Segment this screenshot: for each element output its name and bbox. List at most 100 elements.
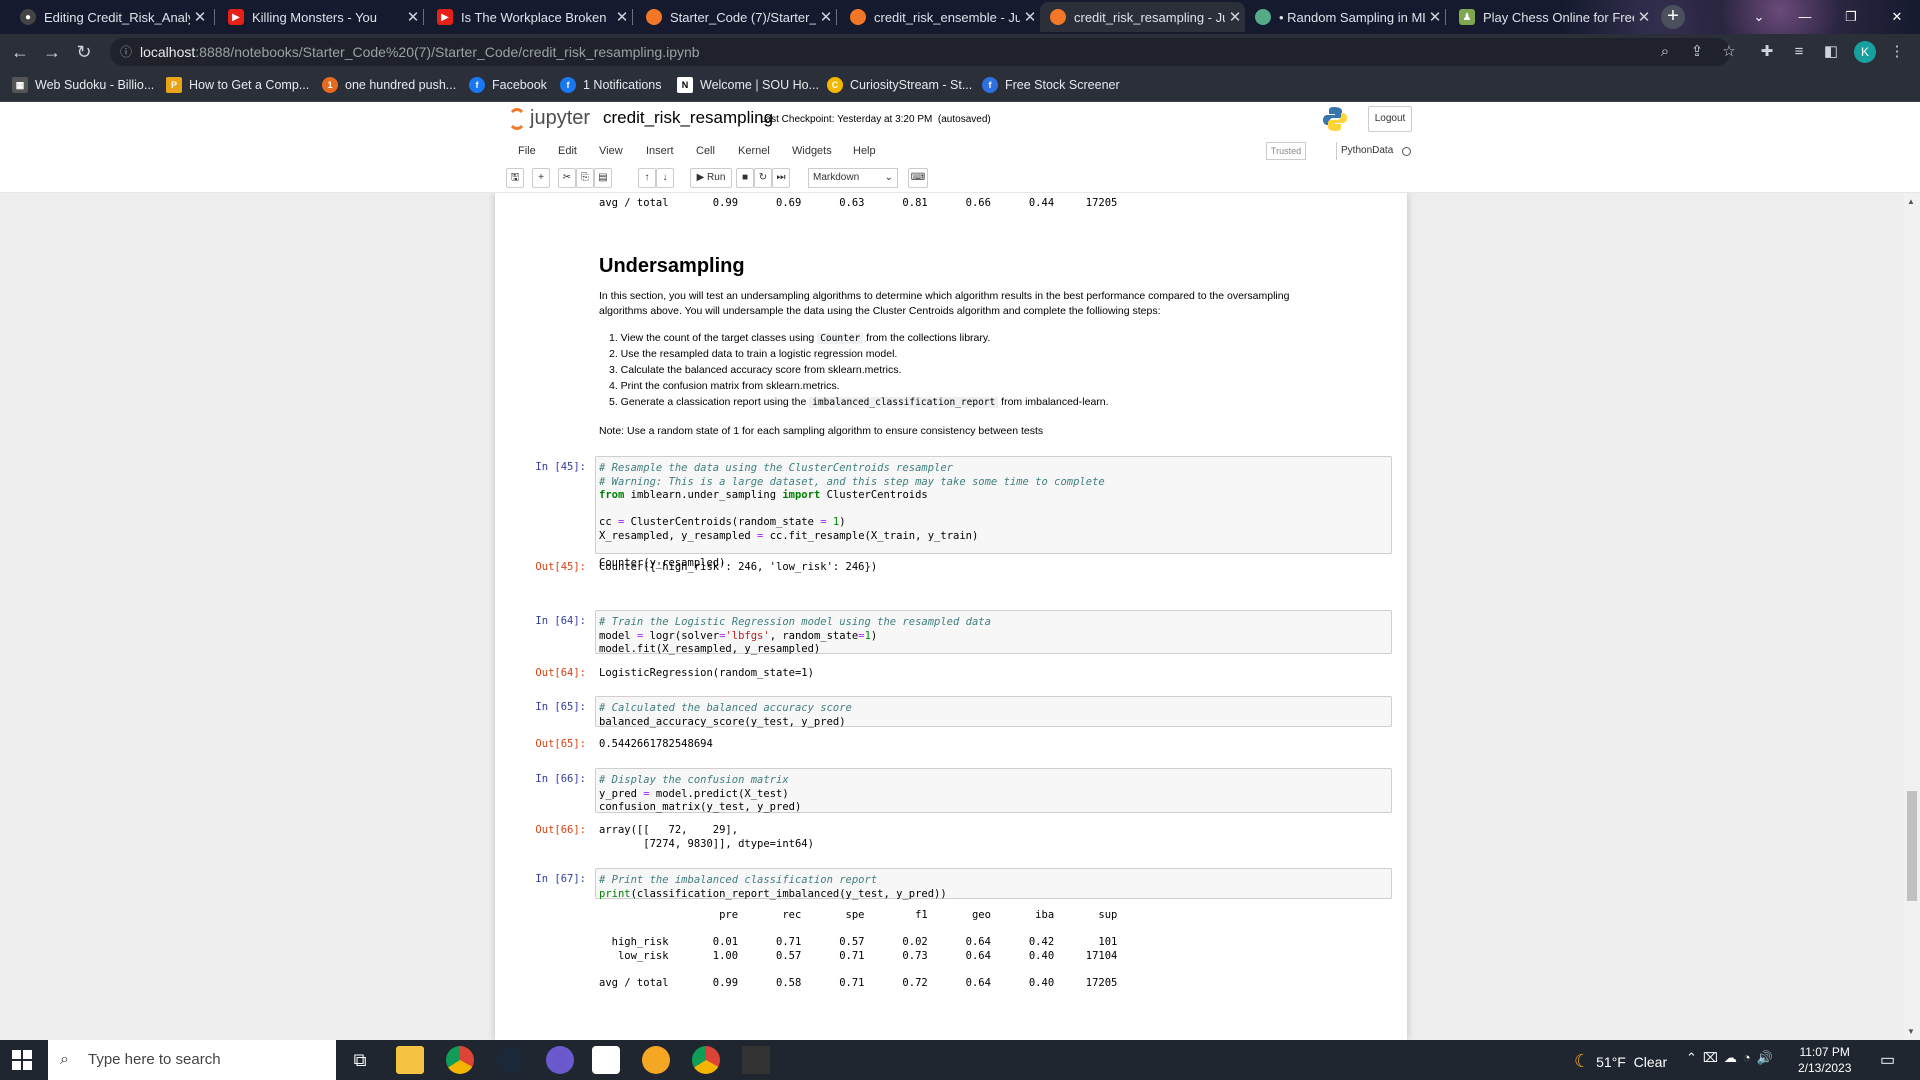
steam-icon[interactable]	[496, 1046, 524, 1074]
close-tab-icon[interactable]: ✕	[816, 8, 836, 26]
app-icon[interactable]	[546, 1046, 574, 1074]
tab-starter-code[interactable]: Starter_Code (7)/Starter_C ✕	[636, 2, 836, 32]
moon-icon: ☾	[1574, 1051, 1591, 1071]
chrome-icon[interactable]	[446, 1046, 474, 1074]
menu-cell[interactable]: Cell	[696, 145, 715, 157]
bookmark-how-to-get[interactable]: P How to Get a Comp...	[166, 77, 309, 93]
weather-widget[interactable]: ☾ 51°F Clear	[1574, 1051, 1667, 1072]
close-tab-icon[interactable]: ✕	[190, 8, 210, 26]
cut-icon[interactable]: ✂	[558, 168, 576, 188]
menu-icon[interactable]: ⋮	[1886, 41, 1908, 63]
code-cell-64[interactable]: # Train the Logistic Regression model us…	[595, 610, 1392, 655]
fast-forward-icon[interactable]: ⏭	[772, 168, 790, 188]
logout-button[interactable]: Logout	[1368, 106, 1412, 132]
run-button[interactable]: ▶ Run	[690, 168, 732, 188]
bookmark-stock-screener[interactable]: f Free Stock Screener	[982, 77, 1120, 93]
bookmark-curiositystream[interactable]: C CuriosityStream - St...	[827, 77, 972, 93]
menu-insert[interactable]: Insert	[646, 145, 674, 157]
share-icon[interactable]: ⇪	[1686, 41, 1708, 63]
zoom-icon[interactable]: ⌕	[1654, 41, 1676, 63]
back-button[interactable]: ←	[8, 41, 32, 63]
menu-file[interactable]: File	[518, 145, 536, 157]
forward-button[interactable]: →	[40, 41, 64, 63]
task-view-icon[interactable]: ⧉	[346, 1046, 374, 1074]
copy-icon[interactable]: ⎘	[576, 168, 594, 188]
emoji-app-icon[interactable]	[642, 1046, 670, 1074]
output-prompt: Out[66]:	[535, 824, 586, 836]
scroll-up-icon[interactable]: ▲	[1907, 197, 1915, 206]
bookmark-icon: P	[166, 77, 182, 93]
page-scrollbar[interactable]: ▲ ▼	[1904, 193, 1920, 1040]
chrome-profile-icon[interactable]	[692, 1046, 720, 1074]
keyboard-icon[interactable]: ⌨	[908, 168, 928, 188]
bookmark-notifications[interactable]: f1 Notifications	[560, 77, 662, 93]
close-window-button[interactable]: ✕	[1874, 0, 1920, 34]
tab-search-icon[interactable]: ⌄	[1736, 0, 1782, 34]
restart-icon[interactable]: ↻	[754, 168, 772, 188]
new-tab-button[interactable]: +	[1661, 5, 1685, 29]
notebook-name[interactable]: credit_risk_resampling	[603, 108, 773, 128]
cell-output: LogisticRegression(random_state=1)	[599, 667, 814, 679]
trusted-badge[interactable]: Trusted	[1266, 142, 1306, 160]
insert-cell-icon[interactable]: +	[532, 168, 550, 188]
menu-edit[interactable]: Edit	[558, 145, 577, 157]
jupyter-logo[interactable]: jupyter	[508, 107, 590, 130]
bookmark-pushups[interactable]: 1 one hundred push...	[322, 77, 456, 93]
tab-killing-monsters[interactable]: ▶ Killing Monsters - You ✕	[218, 2, 423, 32]
menu-view[interactable]: View	[599, 145, 623, 157]
menu-widgets[interactable]: Widgets	[792, 145, 832, 157]
bookmark-web-sudoku[interactable]: ▦ Web Sudoku - Billio...	[12, 77, 154, 93]
bookmark-sou[interactable]: N Welcome | SOU Ho...	[677, 77, 819, 93]
cell-type-select[interactable]: Markdown ⌄	[808, 168, 898, 188]
notifications-icon[interactable]: ▭	[1880, 1050, 1895, 1070]
tab-editing-credit-risk[interactable]: ● Editing Credit_Risk_Analys ✕	[10, 2, 210, 32]
terminal-icon[interactable]	[742, 1046, 770, 1074]
code-cell-67[interactable]: # Print the imbalanced classification re…	[595, 868, 1392, 900]
tab-credit-risk-ensemble[interactable]: credit_risk_ensemble - Jup ✕	[840, 2, 1040, 32]
profile-avatar[interactable]: K	[1854, 41, 1876, 63]
paste-icon[interactable]: ▤	[594, 168, 612, 188]
taskbar-clock[interactable]: 11:07 PM 2/13/2023	[1798, 1044, 1851, 1076]
url-input[interactable]: ⓘ localhost:8888/notebooks/Starter_Code%2…	[110, 38, 1730, 66]
github-icon: ●	[20, 9, 36, 25]
code-text: # Train the Logistic Regression model us…	[599, 616, 991, 655]
code-cell-66[interactable]: # Display the confusion matrix y_pred = …	[595, 768, 1392, 813]
stop-icon[interactable]: ■	[736, 168, 754, 188]
side-panel-icon[interactable]: ◧	[1820, 41, 1842, 63]
system-tray-icons[interactable]: ⌃⌧☁◔🔊	[1686, 1050, 1779, 1066]
scroll-thumb[interactable]	[1907, 791, 1917, 901]
step-2: 2. Use the resampled data to train a log…	[609, 348, 898, 360]
media-icon[interactable]: ≡	[1788, 41, 1810, 63]
code-cell-65[interactable]: # Calculated the balanced accuracy score…	[595, 696, 1392, 728]
reload-button[interactable]: ↻	[72, 41, 96, 63]
close-tab-icon[interactable]: ✕	[1225, 8, 1245, 26]
maximize-button[interactable]: ❐	[1828, 0, 1874, 34]
output-prompt: Out[65]:	[535, 738, 586, 750]
menu-help[interactable]: Help	[853, 145, 876, 157]
minimize-button[interactable]: —	[1782, 0, 1828, 34]
file-explorer-icon[interactable]	[396, 1046, 424, 1074]
menu-kernel[interactable]: Kernel	[738, 145, 770, 157]
bookmark-star-icon[interactable]: ☆	[1718, 41, 1740, 63]
tab-play-chess[interactable]: ♟ Play Chess Online for Free ✕	[1449, 2, 1654, 32]
app-icon[interactable]	[592, 1046, 620, 1074]
input-prompt: In [64]:	[535, 615, 586, 627]
close-tab-icon[interactable]: ✕	[403, 8, 423, 26]
move-up-icon[interactable]: ↑	[638, 168, 656, 188]
bookmark-facebook[interactable]: f Facebook	[469, 77, 547, 93]
close-tab-icon[interactable]: ✕	[1425, 8, 1445, 26]
code-cell-45[interactable]: # Resample the data using the ClusterCen…	[595, 456, 1392, 569]
close-tab-icon[interactable]: ✕	[1020, 8, 1040, 26]
scroll-down-icon[interactable]: ▼	[1907, 1027, 1915, 1036]
tab-credit-risk-resampling[interactable]: credit_risk_resampling - Ju ✕	[1040, 2, 1245, 32]
close-tab-icon[interactable]: ✕	[1634, 8, 1654, 26]
extensions-icon[interactable]: ✚	[1756, 41, 1778, 63]
tab-random-sampling[interactable]: • Random Sampling in ML: ✕	[1245, 2, 1445, 32]
taskbar-search-input[interactable]: ⌕ Type here to search	[48, 1040, 336, 1080]
windows-start-icon[interactable]	[12, 1050, 32, 1070]
move-down-icon[interactable]: ↓	[656, 168, 674, 188]
kernel-name[interactable]: PythonData	[1336, 142, 1393, 160]
close-tab-icon[interactable]: ✕	[612, 8, 632, 26]
save-icon[interactable]: 🖫	[506, 168, 524, 188]
tab-workplace-broken[interactable]: ▶ Is The Workplace Broken ✕	[427, 2, 632, 32]
